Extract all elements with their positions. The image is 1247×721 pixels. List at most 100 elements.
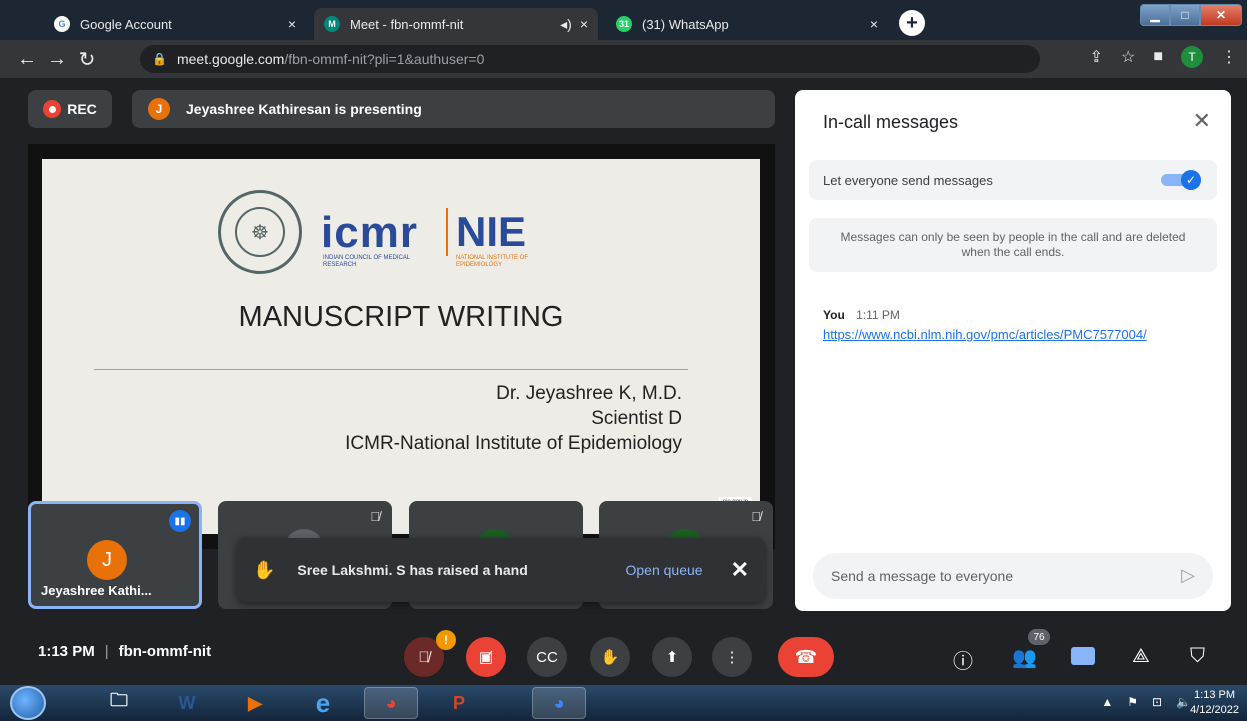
icmr-logo-sub: INDIAN COUNCIL OF MEDICAL RESEARCH — [323, 255, 410, 268]
emblem-icon: ☸ — [235, 207, 285, 257]
volume-muted-icon[interactable]: 🔈 — [1176, 695, 1191, 709]
close-tab-icon[interactable]: × — [870, 16, 878, 32]
participant-tile[interactable]: ▮▮ J Jeyashree Kathi... — [28, 501, 202, 609]
tab-whatsapp[interactable]: 31 (31) WhatsApp × — [606, 8, 888, 40]
rec-label: REC — [67, 101, 97, 117]
slide-institute: ICMR-National Institute of Epidemiology — [345, 433, 682, 454]
network-icon[interactable]: ⊡ — [1152, 695, 1162, 709]
participant-avatar: J — [87, 540, 127, 580]
clock[interactable]: 1:13 PM 4/12/2022 — [1190, 688, 1239, 718]
message-link[interactable]: https://www.ncbi.nlm.nih.gov/pmc/article… — [823, 326, 1208, 343]
chrome-icon[interactable]: ◕ — [532, 687, 586, 719]
presenting-text: Jeyashree Kathiresan is presenting — [186, 101, 422, 117]
chat-panel: In-call messages ✕ Let everyone send mes… — [795, 90, 1231, 611]
mic-muted-icon: 🎙̸ — [370, 509, 380, 524]
presentation-view: ☸ icmr INDIAN COUNCIL OF MEDICAL RESEARC… — [28, 144, 775, 549]
tray-arrow-icon[interactable]: ▲ — [1101, 695, 1113, 709]
record-icon — [43, 100, 62, 118]
present-button[interactable]: ⬆ — [652, 637, 692, 677]
slide-author-block: Dr. Jeyashree K, M.D. Scientist D ICMR-N… — [345, 381, 682, 456]
recording-indicator[interactable]: REC — [28, 90, 112, 128]
bookmark-star-icon[interactable]: ☆ — [1121, 47, 1135, 67]
speaking-indicator-icon: ▮▮ — [169, 510, 191, 532]
menu-kebab-icon[interactable]: ⋮ — [1221, 47, 1237, 67]
flag-icon[interactable]: ⚑ — [1127, 695, 1138, 709]
tab-meet[interactable]: M Meet - fbn-ommf-nit ◂) × — [314, 8, 598, 40]
internet-explorer-icon[interactable]: e — [296, 687, 350, 719]
media-player-icon[interactable]: ▶ — [228, 687, 282, 719]
slide-role: Scientist D — [591, 408, 682, 429]
message-placeholder: Send a message to everyone — [831, 568, 1014, 584]
slide-title: MANUSCRIPT WRITING — [238, 301, 564, 333]
new-tab-button[interactable]: + — [899, 10, 925, 36]
participant-count-badge: 76 — [1028, 629, 1050, 645]
icmr-seal-logo: ☸ — [218, 190, 302, 274]
meeting-code: fbn-ommf-nit — [118, 643, 212, 660]
camera-off-button[interactable]: ▣̸ — [466, 637, 506, 677]
system-tray: ▲ ⚑ ⊡ 🔈 — [1101, 695, 1191, 709]
window-close-button[interactable]: ✕ — [1200, 4, 1242, 26]
panel-title: In-call messages — [823, 112, 959, 132]
check-icon: ✓ — [1181, 170, 1201, 190]
chat-icon[interactable] — [1071, 647, 1095, 665]
captions-button[interactable]: CC — [527, 637, 567, 677]
message-input[interactable]: Send a message to everyone ▷ — [813, 553, 1213, 599]
message-meta: You 1:11 PM — [823, 308, 900, 322]
messaging-toggle-row: Let everyone send messages ✓ — [809, 160, 1217, 200]
hand-icon: ✋ — [253, 559, 276, 580]
toggle-label: Let everyone send messages — [823, 172, 993, 188]
audio-icon[interactable]: ◂) — [560, 16, 572, 33]
tab-title: (31) WhatsApp — [642, 16, 729, 32]
share-icon[interactable]: ⇪ — [1090, 47, 1103, 67]
info-icon[interactable]: ⓘ — [953, 645, 973, 674]
raised-hand-toast: ✋ Sree Lakshmi. S has raised a hand Open… — [237, 538, 765, 602]
google-icon: G — [54, 16, 70, 32]
close-tab-icon[interactable]: × — [580, 16, 588, 32]
people-icon[interactable]: 👥 — [1012, 645, 1037, 670]
messaging-toggle[interactable]: ✓ — [1161, 170, 1201, 190]
raise-hand-button[interactable]: ✋ — [590, 637, 630, 677]
minimize-button[interactable]: ▁ — [1140, 4, 1170, 26]
nie-logo: NIE — [446, 208, 526, 256]
address-bar[interactable]: 🔒 meet.google.com /fbn-ommf-nit?pli=1&au… — [140, 45, 1040, 73]
browser-toolbar: ← → ↻ 🔒 meet.google.com /fbn-ommf-nit?pl… — [0, 40, 1247, 78]
start-button[interactable] — [10, 686, 46, 720]
back-icon[interactable]: ← — [12, 44, 42, 74]
maximize-button[interactable]: □ — [1170, 4, 1200, 26]
os-taskbar: 🗀 W ▶ e ◕ P ◕ ▲ ⚑ ⊡ 🔈 1:13 PM 4/12/2022 — [0, 685, 1247, 721]
icmr-logo: icmr — [321, 208, 418, 257]
presenting-banner: J Jeyashree Kathiresan is presenting — [132, 90, 775, 128]
mic-muted-icon: 🎙̸ — [751, 509, 761, 524]
chrome-icon[interactable]: ◕ — [364, 687, 418, 719]
nie-logo-sub: NATIONAL INSTITUTE OF EPIDEMIOLOGY — [456, 255, 529, 268]
message-time: 1:11 PM — [856, 308, 900, 322]
send-icon[interactable]: ▷ — [1181, 565, 1195, 586]
toast-message: Sree Lakshmi. S has raised a hand — [297, 562, 528, 578]
chat-info-notice: Messages can only be seen by people in t… — [809, 218, 1217, 272]
activities-icon[interactable]: ⟁ — [1132, 645, 1150, 668]
call-controls: 1:13 PM | fbn-ommf-nit ! 🎙̸ ▣̸ CC ✋ ⬆ ⋮ ☎ … — [0, 623, 1247, 685]
host-controls-icon[interactable]: ⛉ — [1190, 645, 1205, 668]
file-explorer-icon[interactable]: 🗀 — [92, 687, 146, 719]
reload-icon[interactable]: ↻ — [72, 44, 102, 74]
close-icon[interactable]: ✕ — [731, 557, 749, 583]
browser-tab-bar: G Google Account × M Meet - fbn-ommf-nit… — [0, 0, 1247, 40]
close-icon[interactable]: ✕ — [1193, 108, 1211, 134]
powerpoint-icon[interactable]: P — [432, 687, 486, 719]
close-tab-icon[interactable]: × — [288, 16, 296, 32]
open-queue-button[interactable]: Open queue — [625, 562, 702, 578]
forward-icon[interactable]: → — [42, 44, 72, 74]
tab-title: Meet - fbn-ommf-nit — [350, 16, 464, 32]
tab-google-account[interactable]: G Google Account × — [44, 8, 306, 40]
side-panel-icon[interactable]: ■ — [1153, 48, 1163, 66]
meeting-info: 1:13 PM | fbn-ommf-nit — [38, 643, 212, 660]
profile-avatar[interactable]: T — [1181, 46, 1203, 68]
slide-divider — [94, 369, 688, 370]
lock-icon: 🔒 — [152, 52, 167, 66]
leave-call-button[interactable]: ☎ — [778, 637, 834, 677]
clock-date: 4/12/2022 — [1190, 704, 1239, 716]
more-options-button[interactable]: ⋮ — [712, 637, 752, 677]
word-icon[interactable]: W — [160, 687, 214, 719]
url-host: meet.google.com — [176, 51, 285, 67]
message-sender: You — [823, 308, 845, 322]
